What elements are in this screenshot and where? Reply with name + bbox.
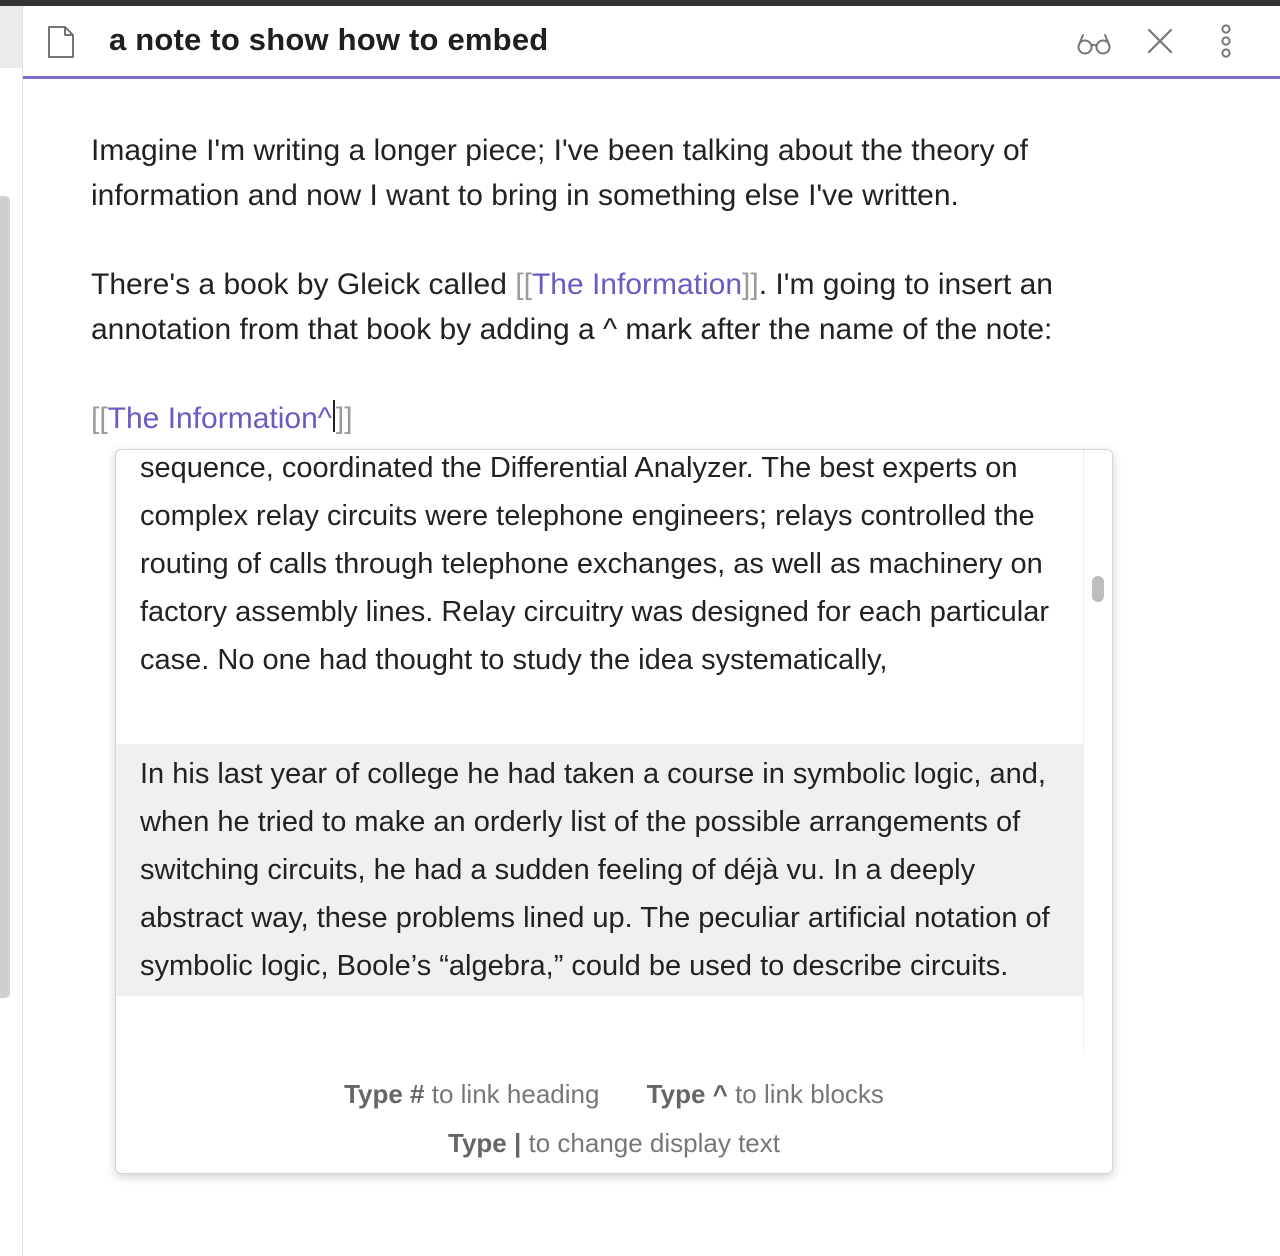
close-icon[interactable] — [1141, 24, 1179, 62]
more-vertical-icon[interactable] — [1207, 24, 1245, 62]
embed-open-brackets: [[ — [91, 402, 108, 435]
paragraph-1: Imagine I'm writing a longer piece; I've… — [91, 134, 1029, 212]
embed-line[interactable]: [[The Information^]] — [91, 396, 1171, 441]
file-icon[interactable] — [47, 26, 75, 58]
instruction-link-blocks: Type ^ to link blocks — [646, 1079, 884, 1109]
suggestion-list[interactable]: sequence, coordinated the Differential A… — [116, 450, 1083, 1050]
embed-close-brackets: ]] — [335, 402, 353, 435]
note-title[interactable]: a note to show how to embed — [109, 22, 548, 58]
glasses-icon[interactable] — [1075, 24, 1113, 62]
suggestion-scrollbar-thumb[interactable] — [1092, 576, 1104, 602]
text-cursor — [332, 400, 335, 432]
editor-content[interactable]: Imagine I'm writing a longer piece; I've… — [91, 128, 1171, 441]
link-suggestion-popup: sequence, coordinated the Differential A… — [115, 449, 1113, 1174]
view-header: a note to show how to embed — [23, 6, 1280, 79]
instruction-display-text: Type | to change display text — [448, 1128, 780, 1158]
link-open-brackets: [[ — [515, 268, 532, 301]
instruction-link-heading: Type # to link heading — [344, 1079, 600, 1109]
embed-link-text[interactable]: The Information^ — [108, 402, 332, 435]
internal-link[interactable]: The Information — [532, 268, 742, 301]
paragraph-2: There's a book by Gleick called [[The In… — [91, 262, 1171, 352]
prompt-instructions: Type # to link heading Type ^ to link bl… — [116, 1070, 1112, 1168]
suggestion-scrollbar-track[interactable] — [1083, 450, 1112, 1050]
suggestion-item-selected[interactable]: In his last year of college he had taken… — [116, 744, 1083, 996]
paragraph-2-text-before: There's a book by Gleick called — [91, 268, 516, 301]
left-pane-scrollbar[interactable] — [0, 196, 10, 998]
link-close-brackets: ]] — [742, 268, 759, 301]
suggestion-item[interactable]: sequence, coordinated the Differential A… — [116, 450, 1083, 684]
left-pane-header — [0, 6, 22, 68]
